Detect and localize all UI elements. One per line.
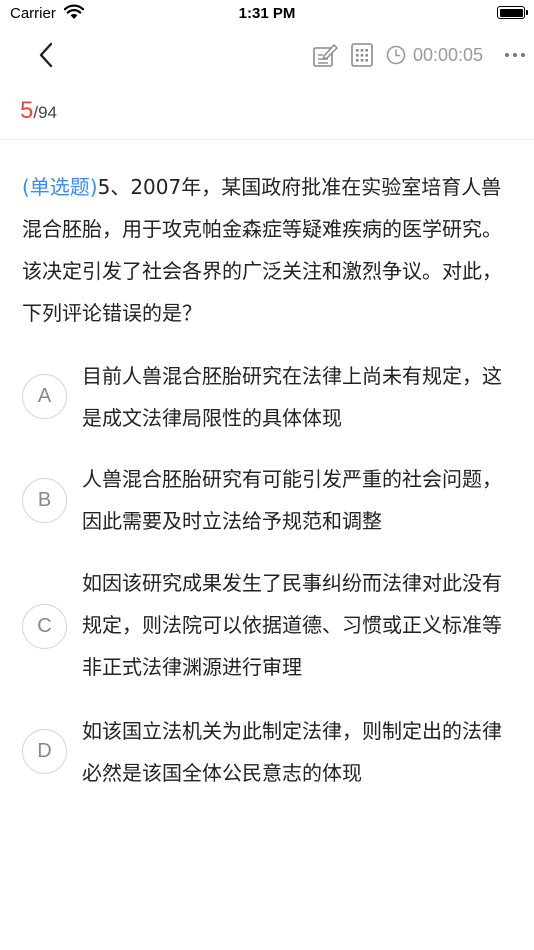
timer: 00:00:05: [386, 41, 483, 69]
question-progress: 5/94: [20, 97, 57, 127]
option-a[interactable]: A 目前人兽混合胚胎研究在法律上尚未有规定，这是成文法律局限性的具体体现: [22, 355, 512, 439]
battery-icon: [497, 6, 528, 19]
option-letter-circle: C: [22, 604, 67, 649]
current-question-number: 5: [20, 97, 34, 124]
option-b[interactable]: B 人兽混合胚胎研究有可能引发严重的社会问题，因此需要及时立法给予规范和调整: [22, 458, 512, 542]
clock-icon: [386, 45, 406, 65]
nav-bar: 00:00:05: [0, 28, 534, 82]
back-button[interactable]: [30, 38, 62, 72]
status-bar: Carrier 1:31 PM: [0, 0, 534, 28]
back-chevron-icon: [39, 42, 53, 68]
option-c[interactable]: C 如因该研究成果发生了民事纠纷而法律对此没有规定，则法院可以依据道德、习惯或正…: [22, 562, 512, 688]
total-questions: /94: [33, 103, 57, 122]
divider: [0, 139, 534, 140]
answer-sheet-grid-icon: [351, 43, 373, 67]
note-edit-icon: [313, 44, 338, 67]
option-text: 目前人兽混合胚胎研究在法律上尚未有规定，这是成文法律局限性的具体体现: [82, 364, 502, 430]
timer-text: 00:00:05: [413, 44, 484, 65]
option-text: 人兽混合胚胎研究有可能引发严重的社会问题，因此需要及时立法给予规范和调整: [82, 467, 502, 533]
option-text: 如因该研究成果发生了民事纠纷而法律对此没有规定，则法院可以依据道德、习惯或正义标…: [82, 571, 502, 679]
status-time: 1:31 PM: [238, 5, 296, 22]
option-letter-circle: D: [22, 729, 67, 774]
question-type-label: (单选题): [22, 175, 98, 199]
note-edit-button[interactable]: [312, 42, 338, 68]
option-letter-circle: A: [22, 374, 67, 419]
answer-sheet-button[interactable]: [350, 42, 376, 68]
option-letter-circle: B: [22, 478, 67, 523]
option-text: 如该国立法机关为此制定法律，则制定出的法律必然是该国全体公民意志的体现: [82, 719, 502, 785]
more-dots-icon: [505, 53, 509, 57]
option-d[interactable]: D 如该国立法机关为此制定法律，则制定出的法律必然是该国全体公民意志的体现: [22, 710, 512, 794]
more-button[interactable]: [500, 41, 530, 69]
question-stem: (单选题)5、2007年，某国政府批准在实验室培育人兽混合胚胎，用于攻克帕金森症…: [22, 166, 512, 334]
